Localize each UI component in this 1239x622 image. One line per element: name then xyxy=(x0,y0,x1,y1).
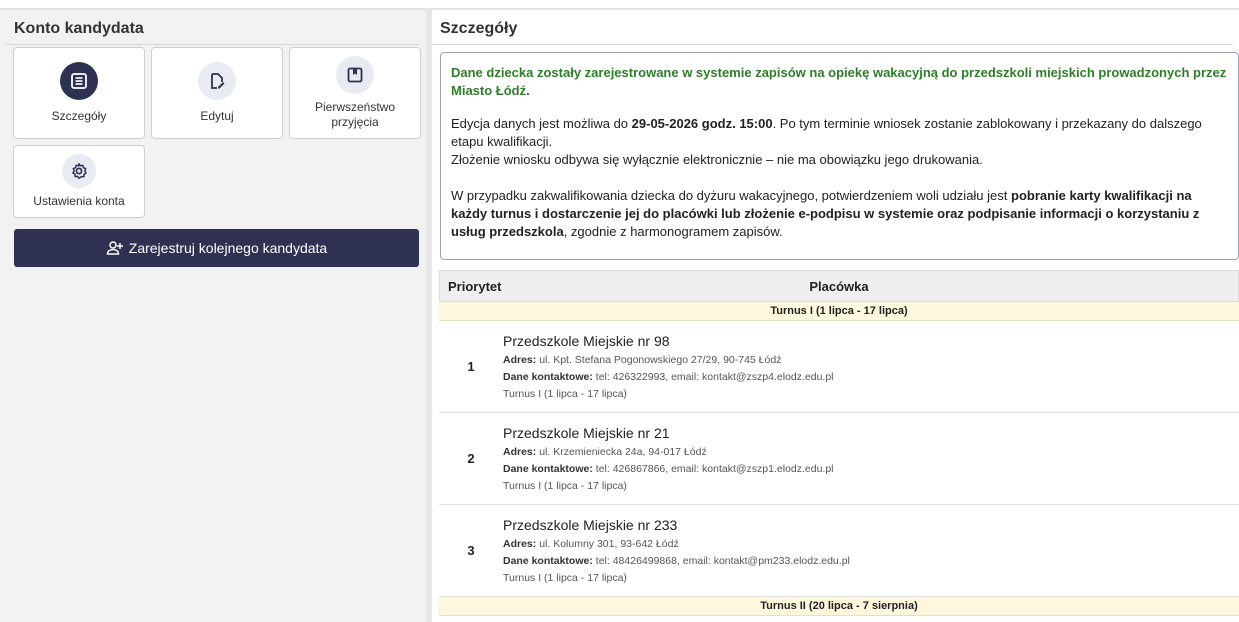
table-row: 3 Przedszkole Miejskie nr 233 Adres: ul.… xyxy=(439,505,1239,597)
facility-contact: Dane kontaktowe: tel: 48426499868, email… xyxy=(503,554,850,567)
table-header: Priorytet Placówka xyxy=(439,270,1239,302)
qualification-info-text: W przypadku zakwalifikowania dziecka do … xyxy=(451,188,1200,239)
account-panel-title: Konto kandydata xyxy=(6,10,420,45)
tile-edit-label: Edytuj xyxy=(200,109,234,123)
table-row: 2 Przedszkole Miejskie nr 21 Adres: ul. … xyxy=(439,413,1239,505)
details-panel: Szczegóły Dane dziecka zostały zarejestr… xyxy=(432,8,1239,622)
facility-turn: Turnus I (1 lipca - 17 lipca) xyxy=(503,387,627,400)
gear-icon xyxy=(62,154,96,188)
tile-priority-label: Pierwszeństwo przyjęcia xyxy=(314,100,396,129)
info-box: Dane dziecka zostały zarejestrowane w sy… xyxy=(440,52,1239,260)
registration-confirmation: Dane dziecka zostały zarejestrowane w sy… xyxy=(451,65,1227,98)
turn-group-header: Turnus II (20 lipca - 7 sierpnia) xyxy=(439,597,1239,616)
facility-name: Przedszkole Miejskie nr 21 xyxy=(503,424,670,441)
list-icon xyxy=(60,62,98,100)
tile-details-label: Szczegóły xyxy=(51,109,107,123)
tile-priority[interactable]: Pierwszeństwo przyjęcia xyxy=(289,47,421,139)
add-user-icon xyxy=(106,241,123,255)
register-next-candidate-button[interactable]: Zarejestruj kolejnego kandydata xyxy=(14,229,419,267)
facility-turn: Turnus I (1 lipca - 17 lipca) xyxy=(503,479,627,492)
facility-name: Przedszkole Miejskie nr 98 xyxy=(503,332,670,349)
facility-address: Adres: ul. Kolumny 301, 93-642 Łódź xyxy=(503,537,679,550)
table-row: 1 Przedszkole Miejskie nr 98 Adres: ul. … xyxy=(439,321,1239,413)
tile-account-settings[interactable]: Ustawienia konta xyxy=(13,145,145,218)
register-next-candidate-label: Zarejestruj kolejnego kandydata xyxy=(128,240,328,256)
turn-group-header: Turnus I (1 lipca - 17 lipca) xyxy=(439,302,1239,321)
edit-deadline-text: Edycja danych jest możliwa do 29-05-2026… xyxy=(451,116,1202,149)
priority-number: 3 xyxy=(467,543,475,558)
tile-details[interactable]: Szczegóły xyxy=(13,47,145,139)
facility-contact: Dane kontaktowe: tel: 426322993, email: … xyxy=(503,370,834,383)
facility-name: Przedszkole Miejskie nr 233 xyxy=(503,516,678,533)
facility-turn: Turnus I (1 lipca - 17 lipca) xyxy=(503,571,627,584)
priority-number: 1 xyxy=(467,359,475,374)
facilities-table: Priorytet Placówka Turnus I (1 lipca - 1… xyxy=(439,270,1239,616)
facility-address: Adres: ul. Krzemieniecka 24a, 94-017 Łód… xyxy=(503,445,707,458)
edit-document-icon xyxy=(198,62,236,100)
col-priority: Priorytet xyxy=(448,278,502,294)
col-facility: Placówka xyxy=(809,278,869,294)
electronic-submission-text: Złożenie wniosku odbywa się wyłącznie el… xyxy=(451,152,983,167)
facility-address: Adres: ul. Kpt. Stefana Pogonowskiego 27… xyxy=(503,353,782,366)
facility-contact: Dane kontaktowe: tel: 426867866, email: … xyxy=(503,462,834,475)
tile-edit[interactable]: Edytuj xyxy=(151,47,283,139)
priority-number: 2 xyxy=(467,451,475,466)
account-panel: Konto kandydata Szczegóły Edytuj Pierwsz… xyxy=(0,8,426,622)
details-panel-title: Szczegóły xyxy=(432,10,1233,45)
tile-account-settings-label: Ustawienia konta xyxy=(33,194,125,208)
bookmark-icon xyxy=(336,56,374,94)
